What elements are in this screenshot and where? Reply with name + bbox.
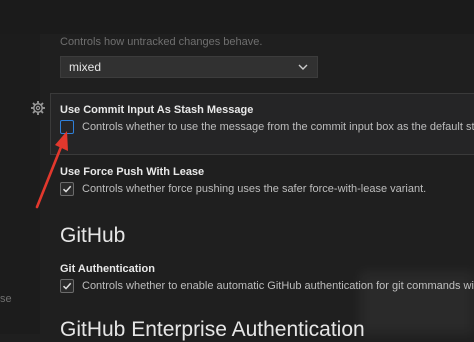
chevron-down-icon bbox=[298, 64, 308, 70]
git-authentication-checkbox[interactable] bbox=[60, 279, 74, 293]
left-panel: se bbox=[0, 34, 40, 334]
commit-input-stash-checkbox[interactable] bbox=[60, 120, 74, 134]
left-panel-text: se bbox=[0, 293, 12, 305]
select-value: mixed bbox=[69, 60, 102, 74]
untracked-changes-select[interactable]: mixed bbox=[60, 56, 318, 78]
github-enterprise-heading: GitHub Enterprise Authentication bbox=[60, 318, 365, 341]
github-heading: GitHub bbox=[60, 224, 126, 247]
setting-title: Use Commit Input As Stash Message bbox=[60, 104, 254, 116]
commit-input-stash-setting: Use Commit Input As Stash Message Contro… bbox=[50, 93, 474, 155]
setting-description: Controls whether to use the message from… bbox=[82, 121, 474, 133]
watermark-blur bbox=[360, 272, 474, 334]
checkmark-icon bbox=[62, 282, 72, 290]
git-authentication-title: Git Authentication bbox=[60, 263, 155, 275]
untracked-changes-description: Controls how untracked changes behave. bbox=[60, 36, 263, 48]
force-push-checkbox[interactable] bbox=[60, 182, 74, 196]
checkmark-icon bbox=[62, 185, 72, 193]
force-push-description: Controls whether force pushing uses the … bbox=[82, 183, 427, 195]
gear-icon[interactable] bbox=[30, 100, 46, 116]
force-push-title: Use Force Push With Lease bbox=[60, 166, 205, 178]
top-bar bbox=[0, 0, 474, 34]
